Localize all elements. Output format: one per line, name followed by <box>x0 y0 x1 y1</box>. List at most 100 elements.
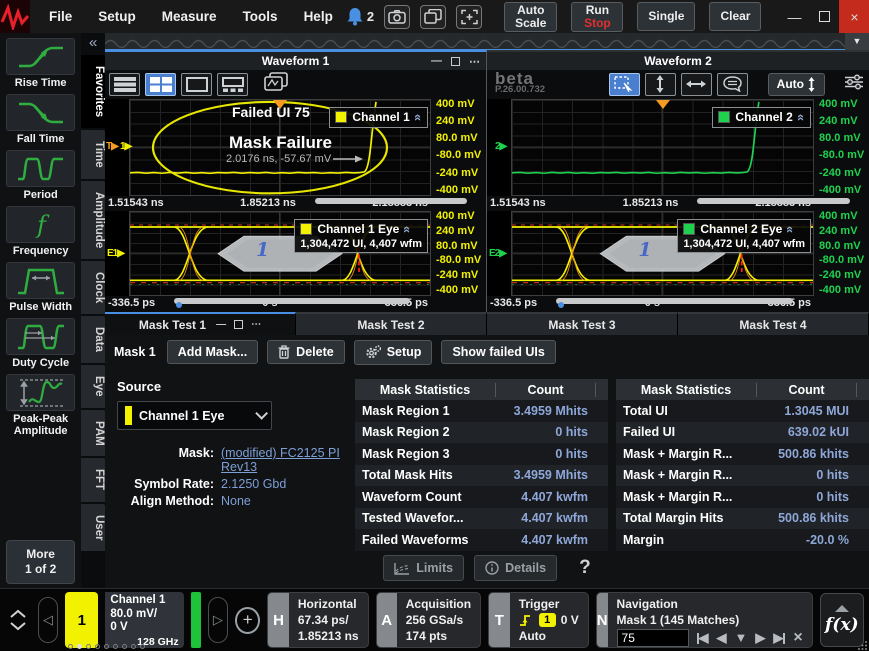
window-layout-icon[interactable] <box>420 5 446 29</box>
tab-mask-test-2[interactable]: Mask Test 2 <box>296 312 487 335</box>
help-icon[interactable]: ? <box>579 557 591 579</box>
clear-button[interactable]: Clear <box>709 2 761 31</box>
measurement-peak-peak-amplitude[interactable]: Peak-Peak Amplitude <box>6 374 75 437</box>
auto-scale-button[interactable]: AutoScale <box>504 2 557 32</box>
select-region-icon[interactable] <box>609 73 640 96</box>
auto-vertical-scale-button[interactable]: Auto <box>768 73 825 96</box>
layout-split-icon[interactable] <box>217 73 248 96</box>
show-failed-uis-button[interactable]: Show failed UIs <box>441 340 555 364</box>
menu-item[interactable]: Tools <box>230 9 291 24</box>
category-tab[interactable]: Favorites <box>81 55 105 130</box>
add-waveform-button[interactable]: + <box>235 607 260 634</box>
measurement-pulse-width[interactable]: Pulse Width <box>6 262 75 313</box>
close-window-icon[interactable]: × <box>839 0 869 33</box>
eye2-marker[interactable]: E2▶ <box>489 248 506 259</box>
vertical-zoom-icon[interactable] <box>645 73 676 96</box>
collapse-badge-icon[interactable]: « <box>400 226 415 233</box>
channel2-ground-marker[interactable]: 2▶ <box>495 141 506 152</box>
annotation-icon[interactable] <box>717 73 748 96</box>
nav-last-button[interactable]: ▶ <box>773 630 785 646</box>
navigation-panel[interactable]: N Navigation Mask 1 (145 Matches) ◀ ◀ ▼ … <box>596 592 813 648</box>
channel1-ground-marker[interactable]: 1▶ <box>120 141 131 152</box>
collapse-badge-icon[interactable]: « <box>411 114 426 121</box>
details-button[interactable]: Details <box>474 555 557 581</box>
horizontal-scrollbar[interactable] <box>556 298 793 304</box>
channel1-button[interactable]: 1 <box>65 592 98 648</box>
layout-single-icon[interactable] <box>181 73 212 96</box>
tab-mask-test-3[interactable]: Mask Test 3 <box>487 312 678 335</box>
waveform2-titlebar[interactable]: Waveform 2 <box>487 52 869 70</box>
copy-display-icon[interactable] <box>264 72 288 97</box>
column-header-statistics[interactable]: Mask Statistics <box>616 383 757 397</box>
category-tab[interactable]: PAM <box>81 410 105 459</box>
minimize-icon[interactable]: — <box>216 319 226 330</box>
eye1-marker[interactable]: E1▶ <box>107 248 124 259</box>
channel-page-dots[interactable] <box>68 644 145 649</box>
maximize-window-icon[interactable] <box>809 0 839 33</box>
source-select[interactable]: Channel 1 Eye <box>117 401 272 430</box>
category-tab[interactable]: Amplitude <box>81 181 105 261</box>
channel2-collapsed-bar[interactable] <box>191 592 201 648</box>
delete-mask-button[interactable]: Delete <box>267 340 345 364</box>
more-icon[interactable]: ⋯ <box>251 319 261 330</box>
category-tab[interactable]: Time <box>81 130 105 181</box>
horizontal-scrollbar[interactable] <box>697 198 850 204</box>
tab-mask-test-1[interactable]: Mask Test 1 — ⋯ <box>105 312 296 335</box>
zoom-box-icon[interactable] <box>456 5 482 29</box>
measurement-frequency[interactable]: f Frequency <box>6 206 75 257</box>
waveform1-titlebar[interactable]: Waveform 1 — ⋯ <box>105 52 486 70</box>
channel1-info-panel[interactable]: Channel 1 80.0 mV/ 0 V 128 GHz <box>105 592 183 648</box>
more-measurements-button[interactable]: More1 of 2 <box>6 540 75 584</box>
display-settings-icon[interactable] <box>843 73 865 96</box>
horizontal-panel[interactable]: H Horizontal 67.34 ps/ 1.85213 ns <box>267 592 368 648</box>
measurement-fall-time[interactable]: Fall Time <box>6 94 75 145</box>
run-stop-button[interactable]: RunStop <box>571 2 623 32</box>
more-icon[interactable]: ⋯ <box>469 55 480 68</box>
minimize-window-icon[interactable]: — <box>779 0 809 33</box>
category-tab[interactable]: User <box>81 504 105 554</box>
mask-file-link[interactable]: (modified) FC2125 PI Rev13 <box>221 446 347 474</box>
channel1-plot[interactable]: Failed UI 75 Mask Failure 2.0176 ns, -57… <box>129 99 431 196</box>
acquisition-panel[interactable]: A Acquisition 256 GSa/s 174 pts <box>376 592 482 648</box>
measurement-period[interactable]: Period <box>6 150 75 201</box>
channel1-eye-plot[interactable]: 1 Channel 1 Eye « 1,304,472 UI, 4,407 wf… <box>129 211 431 296</box>
channel-scroll-right-button[interactable]: ▷ <box>208 597 228 643</box>
nav-prev-button[interactable]: ◀ <box>717 630 727 646</box>
resize-grip-icon[interactable] <box>858 640 868 650</box>
category-tab[interactable]: Clock <box>81 261 105 316</box>
nav-first-button[interactable]: ◀ <box>697 630 709 646</box>
column-header-count[interactable]: Count <box>496 383 596 397</box>
channel2-plot[interactable]: Channel 2 « <box>511 99 814 196</box>
minimize-icon[interactable]: — <box>431 55 442 67</box>
measurement-rise-time[interactable]: Rise Time <box>6 38 75 89</box>
tab-mask-test-4[interactable]: Mask Test 4 <box>678 312 869 335</box>
symbol-rate-value[interactable]: 2.1250 Gbd <box>221 477 347 491</box>
channel2-eye-badge[interactable]: Channel 2 Eye « 1,304,472 UI, 4,407 wfm <box>677 219 811 253</box>
nav-down-button[interactable]: ▼ <box>735 630 748 646</box>
results-drag-strip[interactable]: ▼ <box>105 33 869 50</box>
nav-next-button[interactable]: ▶ <box>755 630 765 646</box>
column-header-statistics[interactable]: Mask Statistics <box>355 383 496 397</box>
channel-scroll-left-button[interactable]: ◁ <box>38 597 58 643</box>
screenshot-camera-icon[interactable] <box>384 5 410 29</box>
layout-rows-icon[interactable] <box>109 73 140 96</box>
add-mask-button[interactable]: Add Mask... <box>167 340 258 364</box>
maximize-icon[interactable] <box>234 320 243 329</box>
layout-grid-icon[interactable] <box>145 73 176 96</box>
mask-setup-button[interactable]: Setup <box>354 340 433 365</box>
notification-bell-icon[interactable] <box>346 7 364 26</box>
nav-close-button[interactable]: × <box>793 630 802 646</box>
collapse-badge-icon[interactable]: « <box>783 226 798 233</box>
results-dropdown-icon[interactable]: ▼ <box>845 33 869 50</box>
channel1-eye-badge[interactable]: Channel 1 Eye « 1,304,472 UI, 4,407 wfm <box>294 219 428 253</box>
category-tab[interactable]: Eye <box>81 365 105 409</box>
category-tab[interactable]: Data <box>81 316 105 365</box>
math-function-button[interactable]: f(x) <box>820 593 864 647</box>
limits-button[interactable]: Limits <box>383 555 464 581</box>
menu-item[interactable]: Setup <box>85 9 149 24</box>
trigger-panel[interactable]: T Trigger 1 0 V Auto <box>488 592 589 648</box>
collapse-sidebar-icon[interactable]: « <box>81 33 105 55</box>
channel2-badge[interactable]: Channel 2 « <box>712 107 811 128</box>
menu-item[interactable]: File <box>36 9 85 24</box>
trigger-position-marker[interactable] <box>656 100 670 109</box>
